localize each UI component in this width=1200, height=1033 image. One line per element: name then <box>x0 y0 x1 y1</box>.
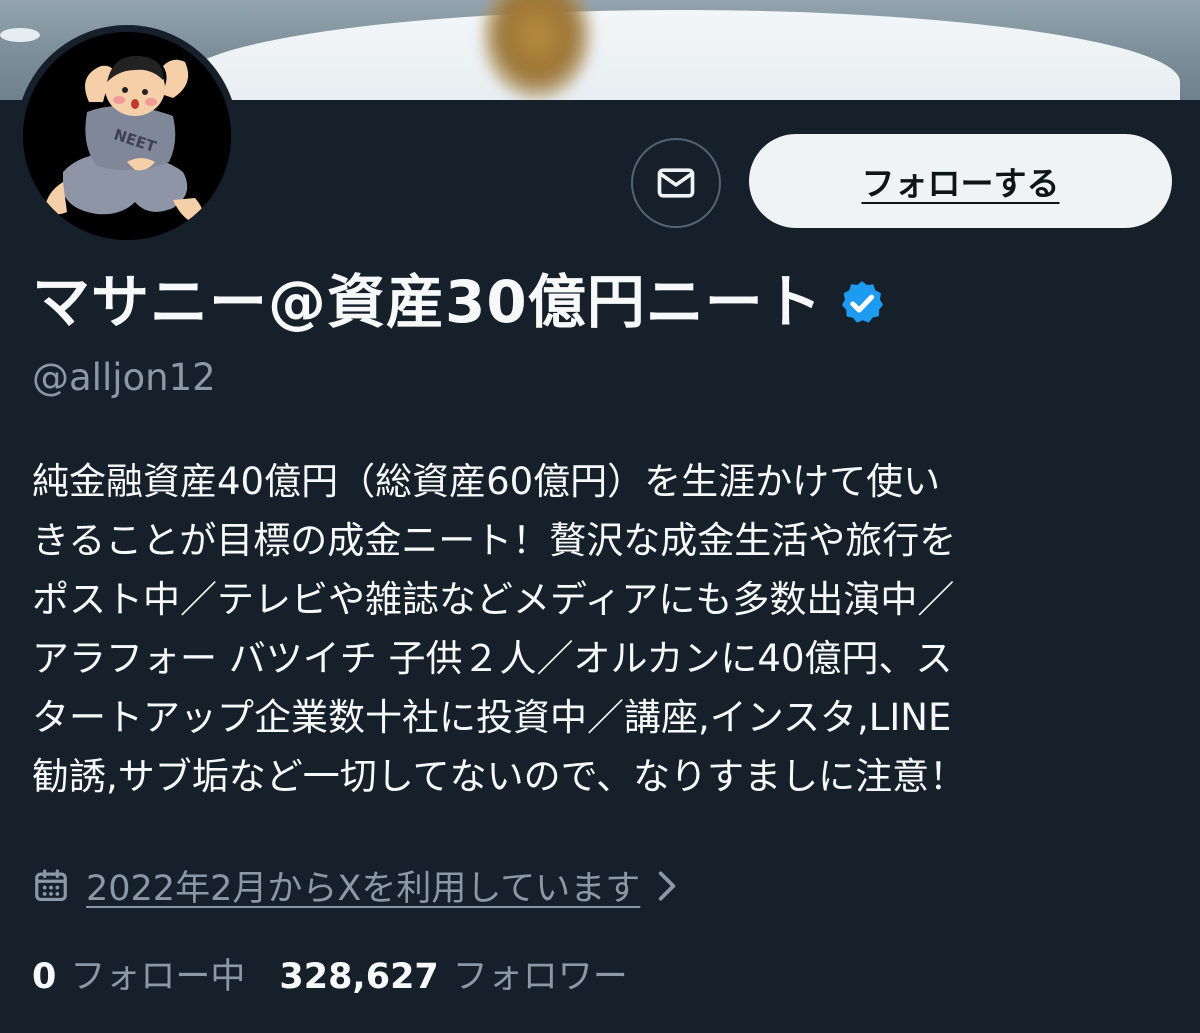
avatar-illustration: NEET <box>23 32 231 240</box>
profile-name-row: マサニー@資産30億円ニート <box>32 268 887 338</box>
following-stat[interactable]: 0 フォロー中 <box>32 948 245 999</box>
followers-stat[interactable]: 328,627 フォロワー <box>279 948 627 999</box>
bio-line: きることが目標の成金ニート！贅沢な成金生活や旅行を <box>32 519 957 562</box>
envelope-icon <box>657 168 695 198</box>
message-button[interactable] <box>631 138 721 228</box>
following-count: 0 <box>32 957 57 997</box>
joined-date-link[interactable]: 2022年2月からXを利用しています <box>32 860 682 911</box>
display-name: マサニー@資産30億円ニート <box>32 268 823 336</box>
bio-line: ポスト中／テレビや雑誌などメディアにも多数出演中／ <box>32 578 955 621</box>
profile-page: NEET フォローする マサニー@資産30億円ニート @alljon12 純金融… <box>0 0 1200 1033</box>
calendar-icon <box>35 868 67 901</box>
avatar[interactable]: NEET <box>16 25 238 247</box>
followers-label: フォロワー <box>452 957 628 997</box>
profile-bio: 純金融資産40億円（総資産60億円）を生涯かけて使い きることが目標の成金ニート… <box>32 452 1162 806</box>
follow-button[interactable]: フォローする <box>749 134 1172 228</box>
profile-handle: @alljon12 <box>32 356 216 399</box>
follow-stats: 0 フォロー中 328,627 フォロワー <box>32 948 628 999</box>
bio-line: 勧誘,サブ垢など一切してないので、なりすましに注意！ <box>32 755 967 798</box>
bio-line: アラフォー バツイチ 子供２人／オルカンに40億円、ス <box>32 637 953 680</box>
verified-badge-icon[interactable] <box>837 278 887 328</box>
followers-count: 328,627 <box>279 957 439 997</box>
avatar-image: NEET <box>23 32 231 240</box>
following-label: フォロー中 <box>70 957 246 997</box>
joined-date-text: 2022年2月からXを利用しています <box>86 869 641 909</box>
follow-button-label: フォローする <box>861 164 1060 203</box>
bio-line: タートアップ企業数十社に投資中／講座,インスタ,LINE <box>32 696 952 739</box>
banner-ice-floe <box>0 28 40 42</box>
banner-ice-shape <box>180 10 1180 100</box>
bio-line: 純金融資産40億円（総資産60億円）を生涯かけて使い <box>32 460 941 503</box>
chevron-right-icon <box>659 870 676 901</box>
